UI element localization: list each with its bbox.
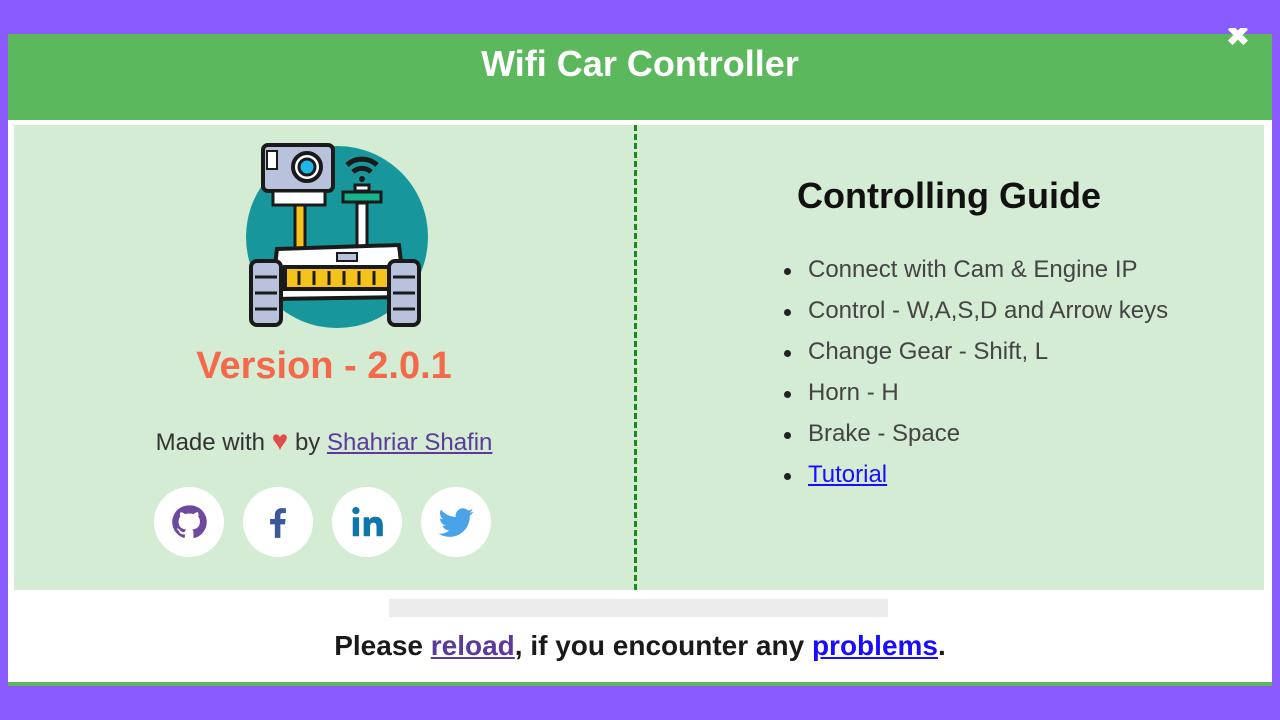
bottom-accent-bar (8, 682, 1272, 686)
tutorial-link[interactable]: Tutorial (808, 461, 887, 488)
controller-modal: Wifi Car Controller ✖ Version - 2.0.1 Ma… (8, 28, 1272, 686)
made-with-prefix: Made with (155, 429, 265, 456)
facebook-button[interactable] (243, 487, 313, 557)
progress-bar (389, 599, 888, 617)
footer-message: Please reload, if you encounter any prob… (8, 630, 1272, 662)
made-with-text: Made with ♥ by Shahriar Shafin (14, 425, 634, 457)
footer-please: Please (334, 630, 423, 661)
content-panel: Version - 2.0.1 Made with ♥ by Shahriar … (14, 125, 1264, 590)
facebook-icon (270, 508, 286, 538)
guide-item: Horn - H (784, 376, 1254, 417)
guide-list: Connect with Cam & Engine IP Control - W… (784, 253, 1254, 499)
social-links (154, 487, 494, 557)
guide-item: Brake - Space (784, 417, 1254, 458)
heart-icon: ♥ (271, 425, 289, 456)
author-link[interactable]: Shahriar Shafin (327, 429, 492, 456)
guide-title: Controlling Guide (797, 175, 1101, 216)
guide-item: Control - W,A,S,D and Arrow keys (784, 294, 1254, 335)
by-text: by (294, 429, 321, 456)
github-icon (172, 505, 207, 539)
close-button[interactable]: ✖ (1224, 28, 1252, 46)
linkedin-icon (352, 506, 383, 537)
twitter-button[interactable] (421, 487, 491, 557)
version-label: Version - 2.0.1 (196, 345, 452, 387)
linkedin-button[interactable] (332, 487, 402, 557)
twitter-icon (438, 508, 474, 537)
modal-title: Wifi Car Controller (481, 43, 799, 84)
guide-item: Change Gear - Shift, L (784, 335, 1254, 376)
modal-header: Wifi Car Controller ✖ (8, 28, 1272, 120)
guide-item-tutorial: Tutorial (784, 458, 1254, 499)
guide-item: Connect with Cam & Engine IP (784, 253, 1254, 294)
github-button[interactable] (154, 487, 224, 557)
footer-middle: , if you encounter any (514, 630, 805, 661)
robot-car-logo (246, 143, 428, 328)
problems-link[interactable]: problems (812, 630, 938, 661)
reload-link[interactable]: reload (431, 630, 515, 661)
footer-end: . (937, 630, 946, 661)
